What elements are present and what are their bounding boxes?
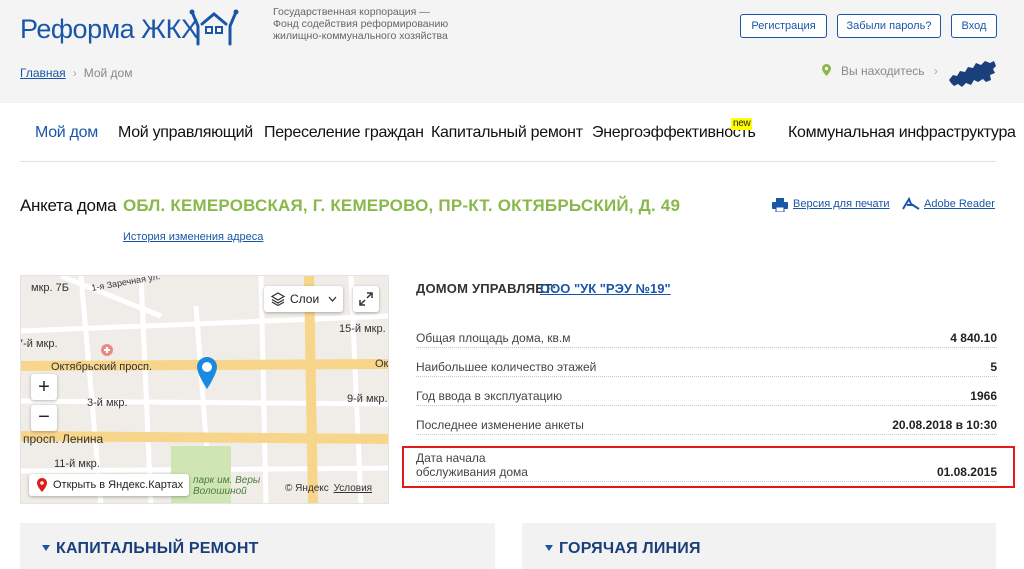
triangle-down-icon — [42, 545, 50, 551]
nav-item-resettlement[interactable]: Переселение граждан — [264, 124, 424, 142]
login-button[interactable]: Вход — [951, 14, 997, 38]
highlight-box — [402, 446, 1015, 488]
page-title: Анкета дома — [20, 196, 117, 215]
capital-repair-panel[interactable]: КАПИТАЛЬНЫЙ РЕМОНТ — [20, 523, 495, 569]
breadcrumb-current: Мой дом — [83, 66, 133, 80]
forgot-password-button[interactable]: Забыли пароль? — [837, 14, 941, 38]
map-label: 7-й мкр. — [20, 338, 58, 350]
stat-label: Общая площадь дома, кв.м — [416, 331, 571, 345]
map-label: мкр. 7Б — [31, 282, 69, 294]
map-label: Октябрьский просп. — [51, 361, 152, 373]
stat-value: 4 840.10 — [950, 331, 997, 345]
breadcrumb-separator: › — [72, 66, 77, 80]
stat-value: 5 — [990, 360, 997, 374]
header: Реформа ЖКХ Государственная корпорация —… — [0, 0, 1024, 103]
map-label: просп. Ленина — [23, 432, 104, 446]
map-label: Ок — [375, 358, 389, 370]
map-copyright: © Яндекс Условия — [285, 483, 372, 494]
house-address: ОБЛ. КЕМЕРОВСКАЯ, Г. КЕМЕРОВО, ПР-КТ. ОК… — [123, 196, 681, 215]
triangle-down-icon — [545, 545, 553, 551]
adobe-reader-link[interactable]: Adobe Reader — [924, 198, 995, 210]
map-label: 3-й мкр. — [87, 397, 128, 409]
russia-map-icon[interactable] — [947, 58, 997, 90]
stat-row: Год ввода в эксплуатацию 1966 — [416, 386, 997, 406]
open-in-yandex-maps-button[interactable]: Открыть в Яндекс.Картах — [29, 474, 189, 496]
expand-icon — [359, 292, 373, 306]
breadcrumb: Главная › Мой дом — [20, 66, 132, 80]
house-people-logo-icon — [189, 9, 239, 46]
location-separator: › — [933, 64, 938, 78]
nav-item-utilities[interactable]: Коммунальная инфраструктура — [788, 124, 1016, 142]
chevron-down-icon — [328, 296, 337, 302]
red-pin-icon — [37, 478, 47, 492]
corp-line: Государственная корпорация — — [273, 6, 430, 18]
printer-icon[interactable] — [772, 198, 788, 212]
corp-line: Фонд содействия реформированию — [273, 18, 449, 30]
stat-label: Последнее изменение анкеты — [416, 418, 584, 432]
stat-value: 20.08.2018 в 10:30 — [892, 418, 997, 432]
nav-item-energy-efficiency[interactable]: Энергоэффективность new — [592, 118, 756, 142]
site-logo[interactable]: Реформа ЖКХ — [20, 14, 199, 45]
corporation-caption: Государственная корпорация — Фонд содейс… — [273, 6, 483, 42]
hotline-panel[interactable]: ГОРЯЧАЯ ЛИНИЯ — [522, 523, 996, 569]
map-terms-link[interactable]: Условия — [334, 483, 373, 494]
house-location-marker-icon[interactable] — [196, 356, 218, 390]
stat-label: Наибольшее количество этажей — [416, 360, 597, 374]
panel-title: КАПИТАЛЬНЫЙ РЕМОНТ — [42, 540, 259, 558]
main-nav: Мой дом Мой управляющий Переселение граж… — [20, 104, 1016, 162]
open-in-yandex-label: Открыть в Яндекс.Картах — [53, 479, 184, 491]
panel-title-text: ГОРЯЧАЯ ЛИНИЯ — [559, 540, 701, 557]
stat-row: Общая площадь дома, кв.м 4 840.10 — [416, 328, 997, 348]
location-selector[interactable]: Вы находитесь › — [822, 64, 938, 78]
corp-line: жилищно-коммунального хозяйства — [273, 30, 448, 42]
house-map[interactable]: мкр. 7Б 1-я Заречная ул. 15-й мкр. 7-й м… — [20, 275, 389, 504]
hospital-icon — [101, 344, 113, 356]
panel-title-text: КАПИТАЛЬНЫЙ РЕМОНТ — [56, 540, 259, 557]
layers-icon — [271, 292, 285, 306]
address-history-link[interactable]: История изменения адреса — [123, 231, 263, 243]
new-badge: new — [731, 118, 753, 130]
adobe-reader-icon[interactable] — [902, 197, 920, 211]
manager-company-link[interactable]: ООО "УК "РЭУ №19" — [540, 281, 671, 296]
map-label: 9-й мкр. — [347, 393, 388, 405]
nav-item-my-house[interactable]: Мой дом — [35, 124, 98, 142]
register-button[interactable]: Регистрация — [740, 14, 827, 38]
manager-label: ДОМОМ УПРАВЛЯЕТ: — [416, 281, 557, 296]
map-label: 15-й мкр. — [339, 323, 386, 335]
map-layers-label: Слои — [290, 292, 320, 306]
print-version-link[interactable]: Версия для печати — [793, 198, 890, 210]
breadcrumb-home-link[interactable]: Главная — [20, 66, 66, 80]
map-pin-icon — [822, 64, 831, 76]
map-label: 11-й мкр. — [54, 458, 100, 470]
map-zoom-in-button[interactable]: + — [31, 374, 57, 400]
map-layers-button[interactable]: Слои — [264, 286, 343, 312]
stat-value: 1966 — [970, 389, 997, 403]
location-label: Вы находитесь — [841, 64, 925, 78]
map-zoom-out-button[interactable]: − — [31, 405, 57, 431]
map-fullscreen-button[interactable] — [353, 286, 379, 312]
map-label: парк им. Веры Волошиной — [193, 475, 261, 497]
panel-title: ГОРЯЧАЯ ЛИНИЯ — [545, 540, 701, 558]
stat-row: Последнее изменение анкеты 20.08.2018 в … — [416, 415, 997, 435]
nav-item-my-manager[interactable]: Мой управляющий — [118, 124, 253, 142]
yandex-copyright: © Яндекс — [285, 483, 329, 494]
stat-row: Наибольшее количество этажей 5 — [416, 357, 997, 377]
stat-label: Год ввода в эксплуатацию — [416, 389, 563, 403]
nav-item-capital-repair[interactable]: Капитальный ремонт — [431, 124, 583, 142]
